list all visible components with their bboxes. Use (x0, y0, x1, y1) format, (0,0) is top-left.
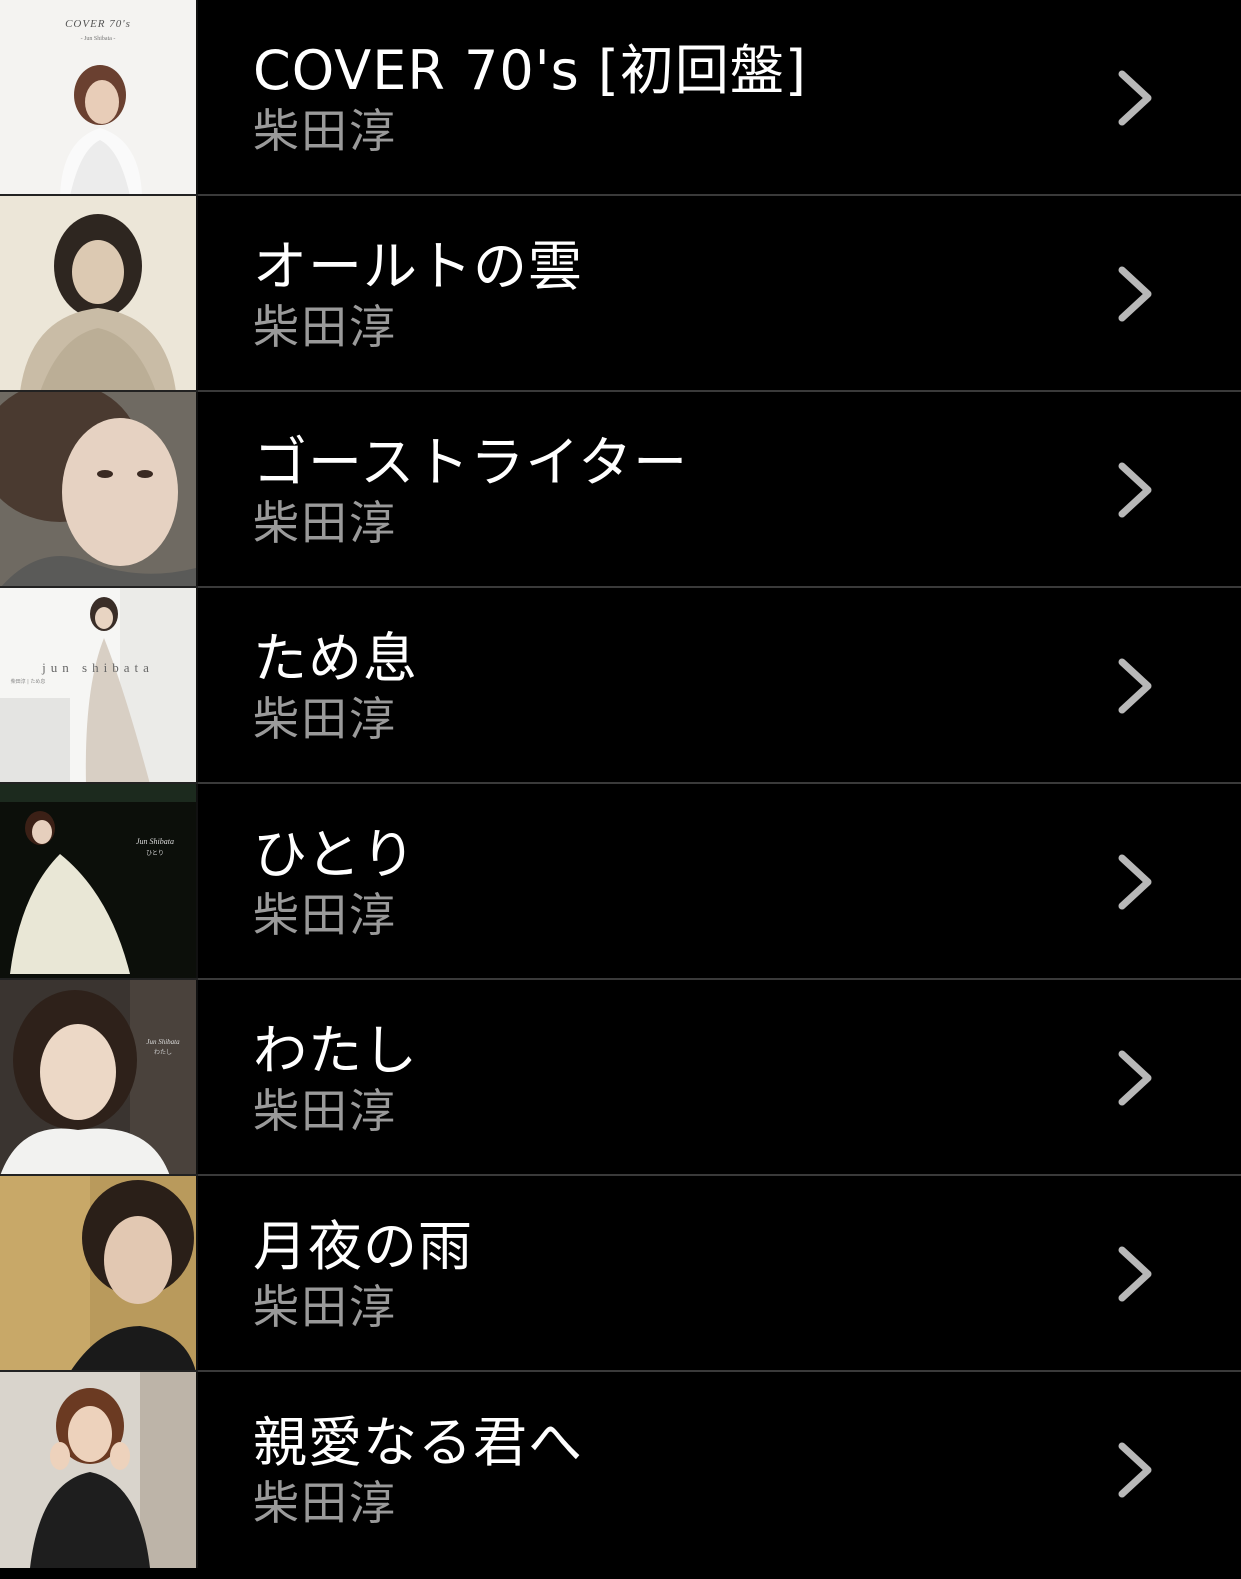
art-edge (196, 784, 198, 980)
chevron-right-icon (1116, 1050, 1156, 1106)
album-art-tameiki: jun shibata 柴田淳 | ため息 (0, 588, 196, 784)
album-art-shinai-naru-kimi-e (0, 1372, 196, 1568)
album-title: わたし (253, 1019, 418, 1082)
chevron-right-icon (1116, 1442, 1156, 1498)
album-title: ゴーストライター (253, 431, 689, 494)
art-edge (196, 0, 198, 196)
tameiki-art-title: jun shibata (41, 660, 154, 675)
hitori-art-subtitle: ひとり (146, 850, 164, 857)
album-art-hitori: Jun Shibata ひとり (0, 784, 196, 980)
art-edge (196, 980, 198, 1176)
album-title: ため息 (253, 627, 418, 690)
album-list: COVER 70's - Jun Shibata - COVER 70's [初… (0, 0, 1241, 1579)
watashi-art-subtitle: わたし (154, 1049, 172, 1056)
chevron-right-icon (1116, 70, 1156, 126)
album-art-cover-70s: COVER 70's - Jun Shibata - (0, 0, 196, 196)
album-art-watashi: Jun Shibata わたし (0, 980, 196, 1176)
tameiki-art-subtitle: 柴田淳 | ため息 (11, 678, 46, 685)
album-artist: 柴田淳 (253, 300, 397, 354)
album-artist: 柴田淳 (253, 692, 397, 746)
album-row[interactable]: Jun Shibata わたし わたし 柴田淳 (0, 980, 1241, 1176)
cover-70s-art-title: COVER 70's (65, 18, 131, 30)
hitori-art-title: Jun Shibata (136, 837, 174, 846)
album-art-oort-cloud (0, 196, 196, 392)
album-row[interactable]: Jun Shibata ひとり ひとり 柴田淳 (0, 784, 1241, 980)
album-artist: 柴田淳 (253, 496, 397, 550)
album-title: 月夜の雨 (253, 1215, 473, 1278)
art-edge (196, 1372, 198, 1568)
album-art-tsukiyo-no-ame (0, 1176, 196, 1372)
chevron-right-icon (1116, 658, 1156, 714)
album-title: ひとり (253, 823, 417, 886)
album-row[interactable]: オールトの雲 柴田淳 (0, 196, 1241, 392)
art-edge (196, 392, 198, 588)
art-edge (196, 588, 198, 784)
album-row[interactable]: 月夜の雨 柴田淳 (0, 1176, 1241, 1372)
album-row[interactable]: COVER 70's - Jun Shibata - COVER 70's [初… (0, 0, 1241, 196)
chevron-right-icon (1116, 462, 1156, 518)
art-edge (196, 1176, 198, 1372)
album-title: 親愛なる君へ (253, 1411, 583, 1474)
album-artist: 柴田淳 (253, 888, 397, 942)
album-artist: 柴田淳 (253, 1084, 397, 1138)
album-art-ghostwriter (0, 392, 196, 588)
album-artist: 柴田淳 (253, 1280, 397, 1334)
chevron-right-icon (1116, 1246, 1156, 1302)
art-edge (196, 196, 198, 392)
watashi-art-title: Jun Shibata (146, 1038, 180, 1046)
album-row[interactable]: ゴーストライター 柴田淳 (0, 392, 1241, 588)
album-artist: 柴田淳 (253, 1476, 397, 1530)
album-title: オールトの雲 (253, 235, 583, 298)
album-row[interactable]: 親愛なる君へ 柴田淳 (0, 1372, 1241, 1568)
album-artist: 柴田淳 (253, 104, 397, 158)
cover-70s-art-subtitle: - Jun Shibata - (81, 36, 116, 42)
album-title: COVER 70's [初回盤] (253, 39, 807, 102)
chevron-right-icon (1116, 854, 1156, 910)
album-row[interactable]: jun shibata 柴田淳 | ため息 ため息 柴田淳 (0, 588, 1241, 784)
chevron-right-icon (1116, 266, 1156, 322)
